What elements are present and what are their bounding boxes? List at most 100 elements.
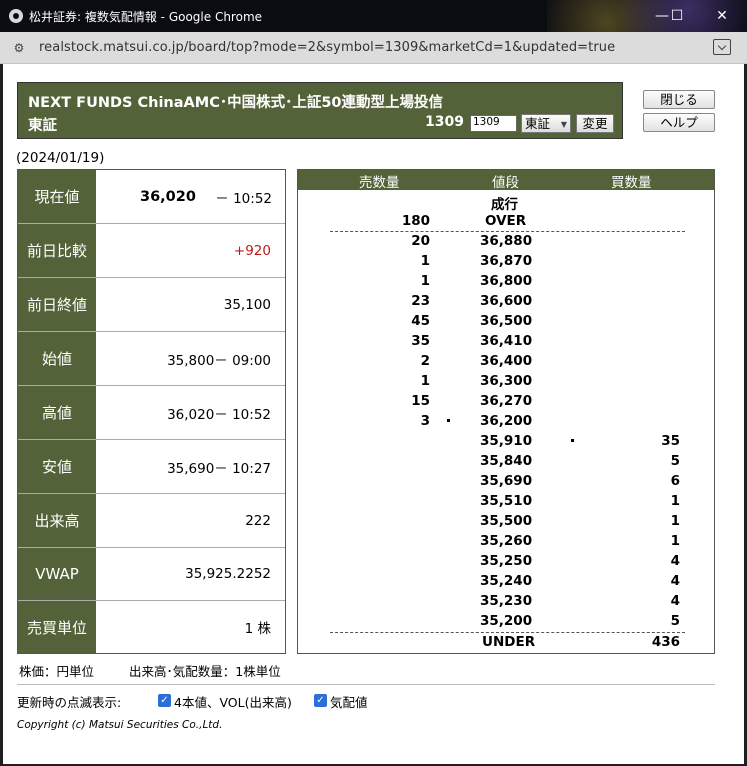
- ask-qty: 15: [411, 393, 430, 409]
- prev-close-value: 35,100: [223, 296, 271, 313]
- trade-unit-value: 1 株: [244, 621, 271, 637]
- price-unit-note: 株価：円単位: [19, 664, 95, 679]
- stock-code: 1309: [425, 114, 464, 130]
- stock-market: 東証: [28, 118, 57, 134]
- bid-qty: 4: [670, 553, 680, 569]
- volume-label: 出来高: [18, 494, 96, 547]
- open-label: 始値: [18, 332, 96, 385]
- ask-qty: 23: [411, 293, 430, 309]
- ask-qty: 1: [420, 253, 430, 269]
- page-content: NEXT FUNDS ChinaAMC･中国株式･上証50連動型上場投信 東証 …: [3, 64, 744, 764]
- over-qty: 180: [401, 213, 430, 229]
- bid-qty: 4: [670, 593, 680, 609]
- bid-qty: 1: [670, 513, 680, 529]
- bid-qty: 6: [670, 473, 680, 489]
- buy-qty-header: 買数量: [611, 175, 652, 191]
- copyright-text: Copyright (c) Matsui Securities Co.,Ltd.: [17, 719, 223, 731]
- bid-qty: 1: [670, 533, 680, 549]
- ask-price: 36,800: [480, 273, 533, 289]
- row-open: 始値 35,800－ 09:00: [18, 332, 285, 386]
- stock-header: NEXT FUNDS ChinaAMC･中国株式･上証50連動型上場投信 東証 …: [17, 82, 623, 139]
- ask-price: 36,270: [480, 393, 533, 409]
- ask-price: 36,200: [480, 413, 533, 429]
- bid-qty: 5: [670, 613, 680, 629]
- bid-price: 35,500: [480, 513, 533, 529]
- ask-qty: 3: [420, 413, 430, 429]
- ask-qty: 45: [411, 313, 430, 329]
- install-app-icon[interactable]: [713, 39, 731, 55]
- quote-date: (2024/01/19): [16, 150, 105, 166]
- low-label: 安値: [18, 440, 96, 493]
- help-button[interactable]: ヘルプ: [643, 113, 715, 132]
- bid-qty: 5: [670, 453, 680, 469]
- window-title: 松井証券: 複数気配情報 - Google Chrome: [29, 10, 263, 24]
- row-trade-unit: 売買単位 1 株: [18, 601, 285, 653]
- row-volume: 出来高 222: [18, 494, 285, 548]
- vwap-value: 35,925.2252: [185, 566, 271, 582]
- bid-price: 35,200: [480, 613, 533, 629]
- divider: [17, 684, 715, 685]
- change-button[interactable]: 変更: [576, 114, 614, 133]
- row-vwap: VWAP 35,925.2252: [18, 548, 285, 601]
- symbol-input[interactable]: 1309: [470, 115, 517, 132]
- bid-price: 35,250: [480, 553, 533, 569]
- market-select[interactable]: 東証 ▼: [521, 114, 571, 133]
- ask-qty: 1: [420, 373, 430, 389]
- ask-price: 36,600: [480, 293, 533, 309]
- ask-marker: [447, 419, 450, 422]
- open-value: 35,800－ 09:00: [167, 352, 271, 369]
- ask-price: 36,410: [480, 333, 533, 349]
- address-bar: ⚙ realstock.matsui.co.jp/board/top?mode=…: [0, 32, 747, 64]
- ask-qty: 2: [420, 353, 430, 369]
- ask-qty: 1: [420, 273, 430, 289]
- bid-price: 35,910: [480, 433, 533, 449]
- quote-checkbox-label[interactable]: 気配値: [330, 692, 368, 711]
- current-price-time: － 10:52: [215, 190, 272, 207]
- row-change: 前日比較 +920: [18, 224, 285, 278]
- row-high: 高値 36,020－ 10:52: [18, 386, 285, 440]
- volume-value: 222: [245, 512, 271, 529]
- under-qty: 436: [651, 634, 680, 650]
- under-divider: [330, 632, 685, 633]
- over-label: OVER: [485, 213, 527, 229]
- ask-price: 36,500: [480, 313, 533, 329]
- price-header: 値段: [492, 175, 519, 191]
- quote-checkbox[interactable]: ✓: [314, 694, 327, 707]
- high-value: 36,020－ 10:52: [167, 406, 271, 423]
- low-value: 35,690－ 10:27: [167, 460, 271, 477]
- url-text[interactable]: realstock.matsui.co.jp/board/top?mode=2&…: [39, 40, 615, 55]
- site-info-icon[interactable]: ⚙: [12, 41, 26, 55]
- sell-qty-header: 売数量: [359, 175, 400, 191]
- bid-price: 35,840: [480, 453, 533, 469]
- ask-price: 36,870: [480, 253, 533, 269]
- window-titlebar: 松井証券: 複数気配情報 - Google Chrome — ☐ ✕: [0, 0, 747, 32]
- bid-qty: 1: [670, 493, 680, 509]
- bid-qty: 35: [661, 433, 680, 449]
- current-price-label: 現在値: [18, 170, 96, 223]
- vwap-label: VWAP: [18, 548, 96, 600]
- maximize-button[interactable]: ☐: [662, 5, 692, 27]
- ohlc-vol-checkbox-label[interactable]: 4本値、VOL(出来高): [174, 692, 292, 711]
- trade-unit-label: 売買単位: [18, 601, 96, 653]
- row-prev-close: 前日終値 35,100: [18, 278, 285, 332]
- bid-price: 35,260: [480, 533, 533, 549]
- under-label: UNDER: [482, 634, 536, 650]
- ask-qty: 20: [411, 233, 430, 249]
- order-book-header: 売数量 値段 買数量: [298, 170, 714, 191]
- ask-qty: 35: [411, 333, 430, 349]
- close-button[interactable]: 閉じる: [643, 90, 715, 109]
- ask-price: 36,880: [480, 233, 533, 249]
- close-window-button[interactable]: ✕: [707, 5, 737, 27]
- high-label: 高値: [18, 386, 96, 439]
- ask-price: 36,300: [480, 373, 533, 389]
- current-price-value: 36,020: [140, 188, 196, 205]
- price-info-table: 現在値 36,020 － 10:52 前日比較 +920 前日終値 35,100…: [17, 169, 286, 654]
- prev-close-label: 前日終値: [18, 278, 96, 331]
- volume-unit-note: 出来高･気配数量：1株単位: [129, 664, 281, 679]
- ask-price: 36,400: [480, 353, 533, 369]
- bid-qty: 4: [670, 573, 680, 589]
- bid-price: 35,510: [480, 493, 533, 509]
- over-divider: [330, 231, 685, 232]
- chevron-down-icon: ▼: [560, 120, 567, 129]
- ohlc-vol-checkbox[interactable]: ✓: [158, 694, 171, 707]
